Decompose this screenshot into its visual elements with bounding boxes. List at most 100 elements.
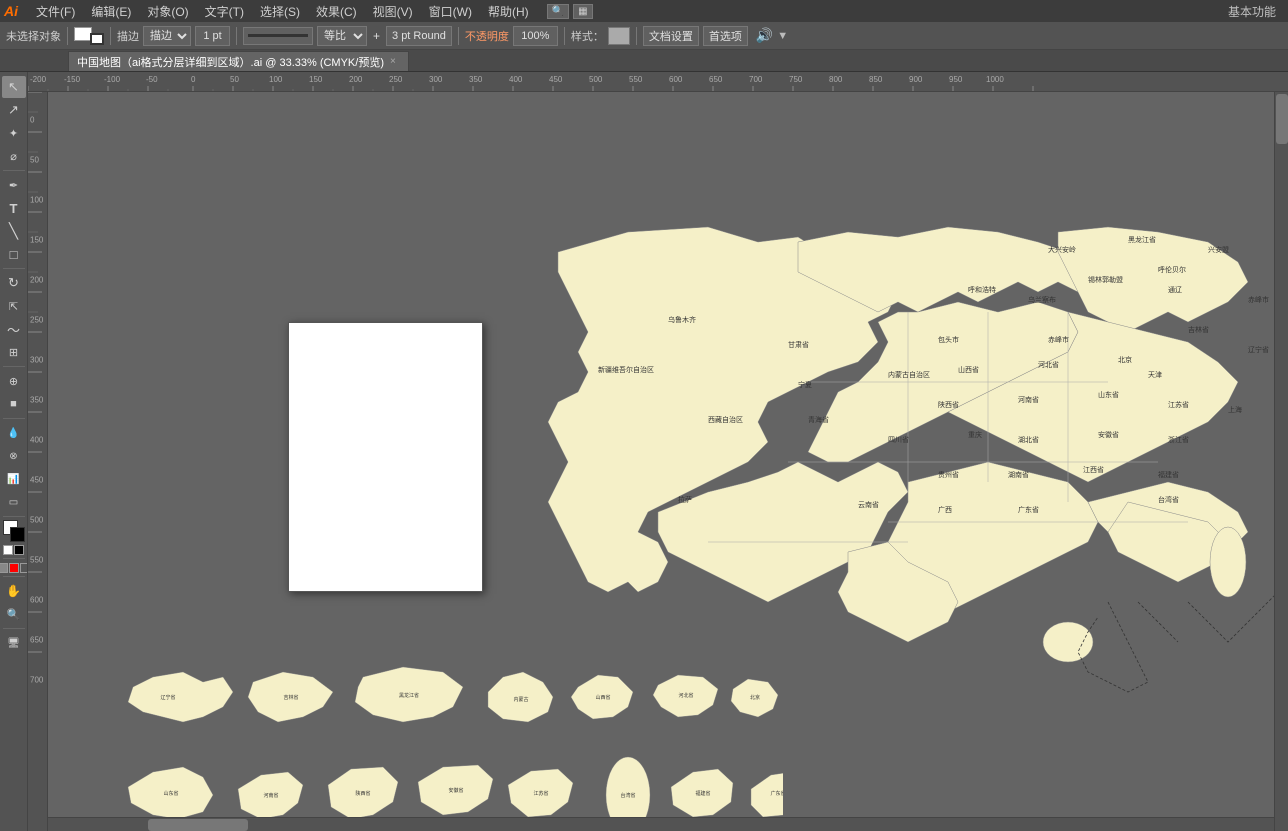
svg-text:250: 250	[30, 316, 44, 325]
zoom-tool-btn[interactable]: 🔍	[2, 603, 26, 625]
menu-file[interactable]: 文件(F)	[28, 1, 83, 22]
scale-tool-btn[interactable]: ⇱	[2, 295, 26, 317]
menu-select[interactable]: 选择(S)	[252, 1, 308, 22]
artboard-page	[288, 322, 483, 592]
svg-text:安徽省: 安徽省	[1098, 430, 1119, 439]
svg-text:200: 200	[349, 75, 363, 84]
selection-tool-btn[interactable]: ↖	[2, 76, 26, 98]
svg-text:-50: -50	[146, 75, 158, 84]
tool-sep-7	[3, 576, 25, 577]
swap-color-btn[interactable]	[14, 545, 24, 555]
svg-text:200: 200	[30, 276, 44, 285]
doc-settings-btn[interactable]: 文档设置	[643, 26, 699, 46]
free-transform-tool-btn[interactable]: ⊞	[2, 341, 26, 363]
svg-text:山西省: 山西省	[595, 694, 610, 701]
svg-text:内蒙古: 内蒙古	[513, 696, 528, 703]
stroke-swatch[interactable]	[90, 33, 104, 45]
round-cap-label: 3 pt Round	[392, 30, 446, 42]
svg-text:100: 100	[30, 196, 44, 205]
svg-text:450: 450	[30, 476, 44, 485]
document-tab[interactable]: 中国地图（ai格式分层详细到区域）.ai @ 33.33% (CMYK/预览) …	[68, 51, 409, 71]
hand-tool-btn[interactable]: ✋	[2, 580, 26, 602]
svg-text:赤峰市: 赤峰市	[1248, 295, 1269, 304]
scrollbar-right[interactable]	[1274, 92, 1288, 831]
blend-tool-btn[interactable]: ⊗	[2, 445, 26, 467]
stroke-equal-select[interactable]: 等比	[317, 26, 367, 46]
svg-text:山东省: 山东省	[1098, 390, 1119, 399]
svg-text:福建省: 福建省	[1158, 470, 1179, 479]
menu-effect[interactable]: 效果(C)	[308, 1, 365, 22]
svg-text:新疆维吾尔自治区: 新疆维吾尔自治区	[598, 365, 654, 374]
svg-text:550: 550	[30, 556, 44, 565]
menu-view[interactable]: 视图(V)	[365, 1, 421, 22]
tool-sep-5	[3, 516, 25, 517]
svg-text:甘肃省: 甘肃省	[788, 340, 809, 349]
artboard-tool-btn[interactable]: ▭	[2, 491, 26, 513]
menu-help[interactable]: 帮助(H)	[480, 1, 537, 22]
mask-mode-btn[interactable]	[9, 563, 19, 573]
stroke-type-select[interactable]: 描边	[143, 26, 191, 46]
menu-window[interactable]: 窗口(W)	[421, 1, 480, 22]
svg-text:400: 400	[30, 436, 44, 445]
svg-text:0: 0	[30, 116, 35, 125]
style-swatch[interactable]	[608, 27, 630, 45]
opacity-input[interactable]	[513, 26, 558, 46]
pen-tool-btn[interactable]: ✒	[2, 174, 26, 196]
color-swatches[interactable]	[3, 520, 25, 542]
stroke-width-input[interactable]	[195, 26, 230, 46]
svg-text:内蒙古自治区: 内蒙古自治区	[888, 370, 930, 379]
magic-wand-tool-btn[interactable]: ✦	[2, 122, 26, 144]
eyedropper-tool-btn[interactable]: 💧	[2, 422, 26, 444]
svg-text:通辽: 通辽	[1168, 285, 1182, 294]
normal-mode-btn[interactable]	[0, 563, 8, 573]
svg-text:450: 450	[549, 75, 563, 84]
type-tool-btn[interactable]: T	[2, 197, 26, 219]
graph-tool-btn[interactable]: 📊	[2, 468, 26, 490]
search-widget[interactable]: 🔍	[547, 4, 569, 19]
round-cap-btn[interactable]: 3 pt Round	[386, 26, 452, 46]
svg-text:江苏省: 江苏省	[1168, 400, 1189, 409]
view-mode-row	[0, 563, 28, 573]
svg-text:包头市: 包头市	[938, 335, 959, 344]
gradient-tool-btn[interactable]: ■	[2, 393, 26, 415]
scrollbar-bottom[interactable]	[48, 817, 1274, 831]
direct-selection-tool-btn[interactable]: ↗	[2, 99, 26, 121]
svg-text:北京: 北京	[1118, 355, 1132, 364]
line-tool-btn[interactable]: ╲	[2, 220, 26, 242]
toolbar-sep-2	[110, 27, 111, 45]
menu-object[interactable]: 对象(O)	[139, 1, 196, 22]
rotate-tool-btn[interactable]: ↻	[2, 272, 26, 294]
monitor-btn[interactable]: 🖥	[2, 632, 26, 654]
svg-text:广西: 广西	[938, 505, 952, 514]
warp-tool-btn[interactable]: 〜	[2, 318, 26, 340]
fill-stroke-swatches[interactable]	[74, 25, 104, 47]
no-selection-label: 未选择对象	[6, 28, 61, 44]
preferences-btn[interactable]: 首选项	[703, 26, 748, 46]
svg-text:四川省: 四川省	[888, 435, 909, 444]
menu-text[interactable]: 文字(T)	[197, 1, 252, 22]
preview-mode-btn[interactable]	[20, 563, 29, 573]
svg-text:青海省: 青海省	[808, 415, 829, 424]
svg-text:湖南省: 湖南省	[1008, 470, 1029, 479]
ruler-left-svg: 0 50 100 150 200 250 300 350 400 450 500…	[28, 92, 48, 831]
tool-sep-1	[3, 170, 25, 171]
panel-toggle[interactable]: ▦	[573, 4, 592, 19]
rectangle-tool-btn[interactable]: □	[2, 243, 26, 265]
bottom-mini-maps-row1: 辽宁省 吉林省 黑龙江省 内蒙古 山西省 河北省 北京	[103, 657, 783, 747]
background-color[interactable]	[10, 527, 25, 542]
svg-text:800: 800	[829, 75, 843, 84]
toolbar-sep-5	[564, 27, 565, 45]
menu-edit[interactable]: 编辑(E)	[83, 1, 139, 22]
tab-close-btn[interactable]: ×	[390, 56, 396, 67]
svg-text:350: 350	[469, 75, 483, 84]
shape-builder-tool-btn[interactable]: ⊕	[2, 370, 26, 392]
scrollbar-bottom-thumb[interactable]	[148, 819, 248, 831]
none-color-btn[interactable]	[3, 545, 13, 555]
svg-text:辽宁省: 辽宁省	[1248, 345, 1269, 354]
svg-text:900: 900	[909, 75, 923, 84]
scrollbar-right-thumb[interactable]	[1276, 94, 1288, 144]
svg-text:广东省: 广东省	[770, 790, 783, 797]
lasso-tool-btn[interactable]: ⌀	[2, 145, 26, 167]
stroke-line-preview[interactable]	[243, 27, 313, 45]
svg-text:天津: 天津	[1148, 371, 1162, 379]
